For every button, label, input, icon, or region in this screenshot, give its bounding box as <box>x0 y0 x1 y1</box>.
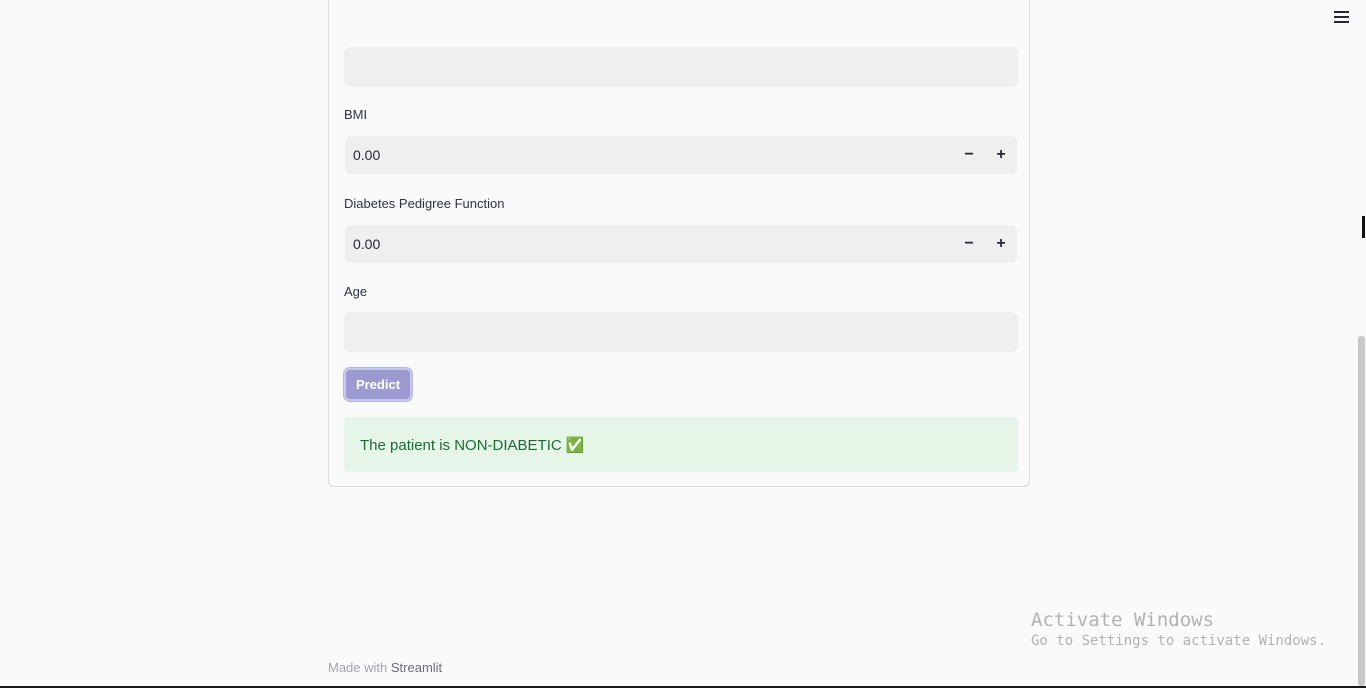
pedigree-value[interactable]: 0.00 <box>345 236 953 252</box>
bmi-value[interactable]: 0.00 <box>345 147 953 163</box>
footer-prefix: Made with <box>328 660 388 675</box>
age-label: Age <box>344 284 368 299</box>
result-success-message: The patient is NON-DIABETIC ✅ <box>344 417 1018 472</box>
previous-field-input[interactable] <box>344 47 1018 87</box>
bmi-number-input[interactable]: 0.00 − + <box>345 136 1017 174</box>
watermark-title: Activate Windows <box>1031 609 1215 631</box>
pedigree-number-input[interactable]: 0.00 − + <box>345 225 1017 263</box>
bmi-increment-button[interactable]: + <box>985 136 1017 174</box>
prediction-form: BMI 0.00 − + Diabetes Pedigree Function … <box>328 0 1030 487</box>
text-cursor-icon <box>1362 216 1365 238</box>
hamburger-menu-icon[interactable] <box>1331 8 1353 26</box>
pedigree-decrement-button[interactable]: − <box>953 225 985 263</box>
pedigree-increment-button[interactable]: + <box>985 225 1017 263</box>
bmi-decrement-button[interactable]: − <box>953 136 985 174</box>
page: BMI 0.00 − + Diabetes Pedigree Function … <box>0 0 1366 688</box>
age-input[interactable] <box>344 312 1018 352</box>
result-text: The patient is NON-DIABETIC ✅ <box>360 436 585 454</box>
windows-activation-watermark: Activate Windows Go to Settings to activ… <box>1031 609 1326 651</box>
watermark-subtitle: Go to Settings to activate Windows. <box>1031 633 1327 649</box>
predict-button[interactable]: Predict <box>344 368 412 401</box>
footer: Made with Streamlit <box>328 660 442 675</box>
page-scrollbar[interactable] <box>1358 336 1365 686</box>
bmi-label: BMI <box>344 107 368 122</box>
streamlit-link[interactable]: Streamlit <box>391 660 442 675</box>
pedigree-label: Diabetes Pedigree Function <box>344 196 505 211</box>
